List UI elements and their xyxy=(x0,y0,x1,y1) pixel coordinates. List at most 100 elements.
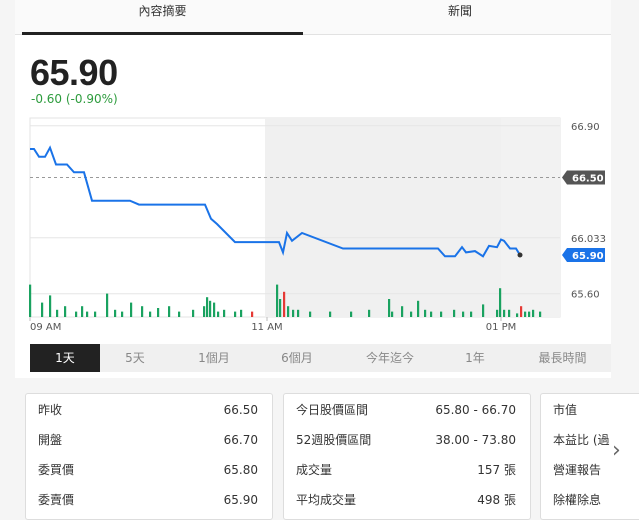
volume-bar xyxy=(41,302,44,317)
y-tick-label: 66.033 xyxy=(571,234,606,245)
volume-bar xyxy=(81,306,84,317)
stat-label: 昨收 xyxy=(38,403,63,417)
volume-bar xyxy=(29,284,32,317)
volume-bar xyxy=(391,311,394,317)
stats-box-range: 今日股價區間 65.80 - 66.70 52週股價區間 38.00 - 73.… xyxy=(283,393,531,520)
range-1m[interactable]: 1個月 xyxy=(178,344,250,372)
volume-bar xyxy=(283,291,286,317)
volume-bar xyxy=(350,311,353,317)
volume-bar xyxy=(524,311,527,317)
stat-value: 65.90 xyxy=(223,493,258,507)
stat-label: 委賣價 xyxy=(38,493,75,507)
stat-value: 498 張 xyxy=(477,493,516,507)
volume-bar xyxy=(276,284,279,317)
volume-bar xyxy=(496,309,499,317)
midday-shade xyxy=(265,118,501,317)
volume-bar xyxy=(539,311,542,317)
x-tick-label: 11 AM xyxy=(251,322,282,333)
x-tick-label: 09 AM xyxy=(30,322,61,333)
volume-bar xyxy=(56,309,59,317)
stat-label: 除權除息 xyxy=(553,493,602,507)
volume-bar xyxy=(287,306,290,317)
stat-row: 市值 xyxy=(541,395,639,425)
range-6m[interactable]: 6個月 xyxy=(262,344,332,372)
volume-bar xyxy=(516,313,519,317)
volume-bar xyxy=(440,311,443,317)
volume-bar xyxy=(368,309,371,317)
current-price-marker-label: 65.90 xyxy=(572,251,604,262)
stat-label: 開盤 xyxy=(38,433,63,447)
volume-bar xyxy=(130,302,133,317)
stat-label: 營運報告 xyxy=(553,463,602,477)
stat-value: 66.70 xyxy=(223,433,258,447)
volume-bar xyxy=(453,309,456,317)
volume-bar xyxy=(149,311,152,317)
price-markers: 66.50 65.90 xyxy=(562,170,605,262)
range-max[interactable]: 最長時間 xyxy=(520,344,605,372)
range-ytd[interactable]: 今年迄今 xyxy=(350,344,430,372)
y-tick-label: 66.90 xyxy=(571,122,600,133)
stats-box-basic: 昨收 66.50 開盤 66.70 委買價 65.80 委賣價 65.90 xyxy=(25,393,273,520)
stat-label: 成交量 xyxy=(296,463,333,477)
volume-bar xyxy=(121,311,124,317)
volume-bar xyxy=(223,309,226,317)
stat-label: 今日股價區間 xyxy=(296,403,369,417)
volume-bar xyxy=(508,309,511,317)
intraday-chart[interactable]: 66.90 66.033 65.60 09 AM 11 AM 01 PM 66.50 65… xyxy=(0,0,639,340)
volume-bar xyxy=(192,309,195,317)
volume-bar xyxy=(217,311,220,317)
stat-row: 除權除息 xyxy=(541,485,639,515)
volume-bar xyxy=(94,311,97,317)
volume-bar xyxy=(309,311,312,317)
stat-row: 本益比 (過 xyxy=(541,425,639,455)
volume-bar xyxy=(157,308,160,317)
volume-bar xyxy=(329,311,332,317)
volume-bar xyxy=(470,311,473,317)
volume-bar xyxy=(401,306,404,317)
volume-bar xyxy=(503,309,506,317)
stats-box-company: 市值 本益比 (過 營運報告 除權除息 xyxy=(540,393,639,520)
range-5d[interactable]: 5天 xyxy=(100,344,170,372)
stat-value: 65.80 xyxy=(223,463,258,477)
volume-bar xyxy=(206,297,209,317)
volume-bar xyxy=(417,300,420,317)
afternoon-shade xyxy=(501,118,560,317)
stat-row: 開盤 66.70 xyxy=(26,425,272,455)
volume-bar xyxy=(49,295,52,317)
volume-bar xyxy=(203,306,206,317)
volume-bar xyxy=(106,293,109,317)
stat-row: 今日股價區間 65.80 - 66.70 xyxy=(284,395,530,425)
stat-row: 昨收 66.50 xyxy=(26,395,272,425)
stat-value: 65.80 - 66.70 xyxy=(435,403,516,417)
volume-bar xyxy=(64,306,67,317)
chart-background xyxy=(29,117,561,318)
volume-bar xyxy=(178,311,181,317)
volume-bar xyxy=(462,311,465,317)
range-1y[interactable]: 1年 xyxy=(440,344,510,372)
volume-bar xyxy=(75,311,78,317)
volume-bar xyxy=(114,309,117,317)
stat-label: 本益比 (過 xyxy=(553,433,610,447)
volume-bar xyxy=(86,311,89,317)
stat-label: 平均成交量 xyxy=(296,493,357,507)
stat-label: 市值 xyxy=(553,403,578,417)
range-1d[interactable]: 1天 xyxy=(30,344,100,372)
volume-bar xyxy=(213,302,216,317)
stat-row: 委賣價 65.90 xyxy=(26,485,272,515)
x-tick-label: 01 PM xyxy=(486,322,517,333)
volume-bar xyxy=(430,311,433,317)
volume-bar xyxy=(168,306,171,317)
volume-bar xyxy=(292,309,295,317)
y-tick-label: 65.60 xyxy=(571,290,600,301)
stat-row: 52週股價區間 38.00 - 73.80 xyxy=(284,425,530,455)
stat-value: 157 張 xyxy=(477,463,516,477)
volume-bar xyxy=(279,299,282,317)
volume-bar xyxy=(141,306,144,317)
volume-bar xyxy=(499,288,502,317)
volume-bar xyxy=(424,309,427,317)
stat-label: 委買價 xyxy=(38,463,75,477)
stat-row: 平均成交量 498 張 xyxy=(284,485,530,515)
chevron-right-icon[interactable]: › xyxy=(612,438,621,463)
volume-bar xyxy=(388,299,391,317)
previous-close-marker-label: 66.50 xyxy=(572,173,604,184)
